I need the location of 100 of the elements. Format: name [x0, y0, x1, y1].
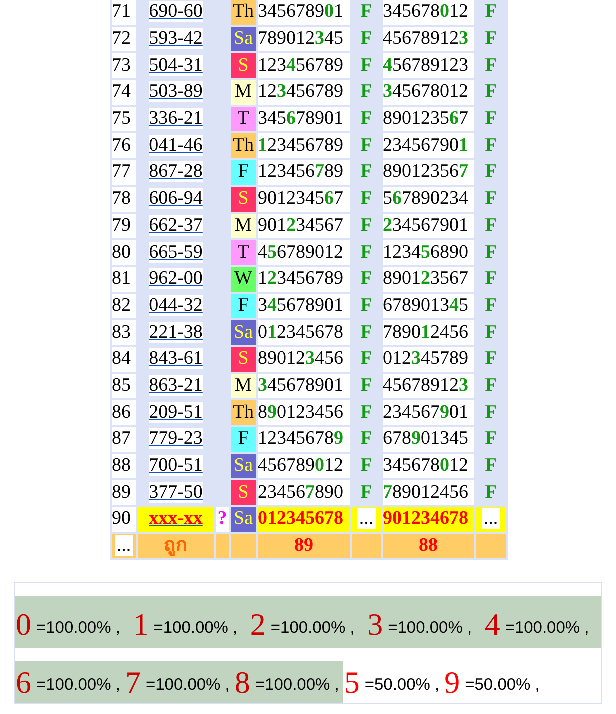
day-cell: M: [231, 214, 256, 238]
code-link[interactable]: 336-21: [149, 108, 203, 130]
code-link[interactable]: 209-51: [149, 402, 203, 423]
percent-text: =50.00% ,: [465, 675, 540, 696]
day-cell: W: [231, 266, 256, 292]
digits-cell: 123456789: [258, 427, 350, 452]
result-mark: F: [484, 320, 498, 345]
day-cell: Sa: [231, 507, 256, 532]
digit-label: 4: [484, 608, 500, 642]
total-count: 88: [383, 534, 474, 558]
code-link[interactable]: 690-60: [149, 1, 203, 22]
percent-text: =100.00% ,: [505, 618, 590, 638]
code-link[interactable]: 867-28: [149, 161, 203, 182]
day-cell: Sa: [231, 26, 256, 52]
code-link[interactable]: 662-37: [149, 214, 203, 236]
result-mark: F: [484, 0, 498, 24]
percent-text: =100.00% ,: [36, 618, 120, 638]
digits-cell: 123456890: [383, 240, 474, 265]
total-count: 89: [258, 534, 350, 558]
code-link[interactable]: 503-89: [149, 81, 203, 102]
digits-cell: 234567901: [383, 400, 474, 425]
digits-cell: 012345678: [258, 507, 350, 532]
result-mark: F: [484, 107, 498, 132]
result-mark: F: [360, 240, 374, 265]
digits-cell: 234567901: [383, 133, 474, 158]
code-link[interactable]: 665-59: [149, 242, 203, 263]
digits-cell: 789012345: [258, 26, 350, 52]
code-link[interactable]: 700-51: [149, 455, 203, 476]
result-mark: F: [484, 347, 498, 372]
result-mark: F: [360, 107, 374, 132]
result-mark: F: [360, 134, 374, 158]
result-mark: F: [484, 294, 498, 318]
day-cell: Th: [231, 0, 256, 25]
code-link[interactable]: 606-94: [149, 188, 203, 210]
digits-cell: 456789012: [258, 240, 350, 265]
code-link[interactable]: 962-00: [149, 268, 203, 290]
result-mark: F: [360, 294, 374, 318]
result-mark: F: [360, 80, 374, 104]
row-number: 84: [112, 346, 136, 372]
row-number: 82: [112, 294, 136, 318]
row-number: 86: [112, 400, 136, 425]
digits-cell: 456789123: [383, 374, 474, 398]
row-number: 74: [112, 80, 136, 105]
digits-cell: 123456789: [258, 53, 350, 78]
code-link[interactable]: 593-42: [149, 28, 203, 50]
day-cell: M: [231, 80, 256, 105]
result-mark: F: [360, 187, 374, 212]
result-mark: F: [484, 427, 498, 452]
percent-text: =50.00% ,: [364, 675, 440, 696]
percent-text: =100.00% ,: [270, 618, 355, 638]
percent-text: =100.00% ,: [255, 675, 340, 696]
row-number: 88: [112, 454, 136, 478]
digits-cell: 901234567: [258, 186, 350, 212]
digit-label: 0: [16, 608, 32, 642]
code-link[interactable]: 044-32: [149, 294, 203, 316]
day-cell: S: [231, 480, 256, 506]
day-cell: Sa: [231, 320, 256, 345]
digits-cell: 456789012: [258, 454, 350, 478]
result-mark: F: [360, 27, 374, 52]
day-cell: T: [231, 106, 256, 132]
code-link[interactable]: 779-23: [149, 428, 203, 450]
digit-label: 9: [444, 666, 460, 700]
row-number: 73: [112, 53, 136, 78]
result-mark: F: [484, 80, 498, 104]
row-number: 87: [112, 427, 136, 452]
row-number: 79: [112, 214, 136, 238]
row-number: 78: [112, 186, 136, 212]
result-mark: F: [360, 0, 374, 24]
result-mark: F: [360, 320, 374, 345]
row-number: 90: [112, 507, 136, 532]
code-link[interactable]: 041-46: [149, 134, 203, 156]
digits-cell: 345678901: [258, 294, 350, 318]
digit-label: 7: [125, 666, 141, 700]
day-cell: F: [231, 294, 256, 318]
digits-cell: 234567890: [258, 480, 350, 506]
digit-label: 5: [344, 666, 360, 700]
result-mark: F: [484, 54, 498, 78]
digits-cell: 123456789: [258, 80, 350, 105]
digits-cell: 345678901: [258, 106, 350, 132]
code-link[interactable]: 221-38: [149, 322, 203, 343]
code-link[interactable]: 863-21: [149, 374, 203, 396]
code-link[interactable]: 377-50: [149, 482, 203, 503]
percent-text: =100.00% ,: [388, 618, 472, 638]
ellipsis-text: ...: [114, 535, 134, 556]
code-link[interactable]: 843-61: [149, 348, 203, 370]
digits-cell: 901234678: [383, 507, 474, 532]
day-cell: S: [231, 186, 256, 212]
result-mark: F: [360, 267, 374, 292]
question-mark: ?: [216, 507, 229, 532]
code-link[interactable]: 504-31: [149, 54, 203, 76]
digits-cell: 890123567: [383, 106, 474, 132]
digits-cell: 789012456: [383, 480, 474, 506]
row-number: 80: [112, 240, 136, 265]
day-cell: F: [231, 427, 256, 452]
day-cell: M: [231, 374, 256, 398]
digits-cell: 890123456: [258, 400, 350, 425]
result-mark: F: [484, 267, 498, 292]
ellipsis-text: ...: [357, 508, 376, 530]
result-mark: F: [484, 240, 498, 265]
percent-text: =100.00% ,: [146, 675, 230, 696]
